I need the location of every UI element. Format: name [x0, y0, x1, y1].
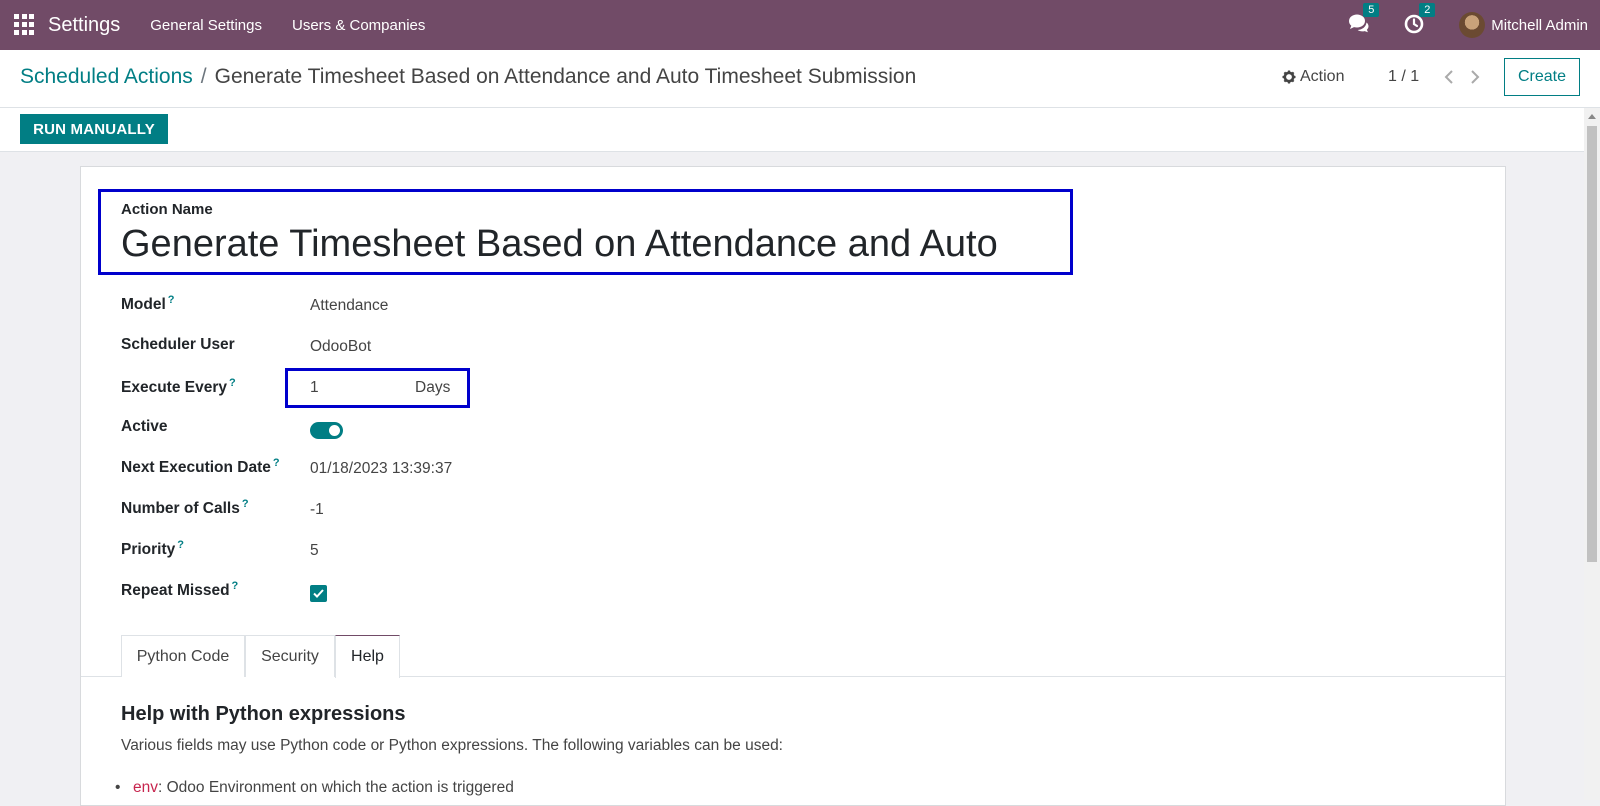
priority-field[interactable]: 5 — [310, 542, 319, 560]
interval-unit-select[interactable]: Days — [415, 379, 450, 397]
execute-every-label: Execute Every? — [121, 377, 236, 397]
messages-badge: 5 — [1363, 3, 1380, 17]
action-name-field[interactable]: Generate Timesheet Based on Attendance a… — [121, 223, 998, 266]
chevron-left-icon — [1444, 70, 1453, 84]
repeat-missed-checkbox[interactable] — [310, 585, 327, 602]
scroll-thumb[interactable] — [1587, 126, 1597, 562]
help-icon[interactable]: ? — [229, 377, 236, 389]
help-icon[interactable]: ? — [168, 294, 175, 306]
help-title: Help with Python expressions — [121, 703, 406, 725]
scheduler-user-label: Scheduler User — [121, 336, 235, 353]
action-label: Action — [1300, 68, 1345, 85]
scroll-up-arrow[interactable] — [1588, 114, 1596, 119]
breadcrumb-separator: / — [200, 65, 207, 88]
pager-nav — [1436, 64, 1488, 90]
tab-python-code[interactable]: Python Code — [121, 635, 245, 677]
pager-next-button[interactable] — [1462, 64, 1488, 90]
breadcrumb-current: Generate Timesheet Based on Attendance a… — [214, 65, 917, 88]
help-icon[interactable]: ? — [232, 580, 239, 592]
user-menu[interactable]: Mitchell Admin — [1491, 17, 1588, 34]
active-label: Active — [121, 418, 168, 435]
interval-number-input[interactable]: 1 — [310, 379, 319, 397]
scheduler-user-field[interactable]: OdooBot — [310, 338, 371, 356]
next-execution-date-field[interactable]: 01/18/2023 13:39:37 — [310, 460, 452, 478]
pager-previous-button[interactable] — [1436, 64, 1462, 90]
form-sheet: Action Name Generate Timesheet Based on … — [80, 166, 1506, 806]
breadcrumb: Scheduled Actions / Generate Timesheet Bas… — [20, 65, 916, 89]
pager-value[interactable]: 1 / 1 — [1388, 68, 1419, 86]
control-panel: Scheduled Actions / Generate Timesheet Bas… — [0, 50, 1600, 108]
check-icon — [313, 589, 324, 598]
number-of-calls-field[interactable]: -1 — [310, 501, 324, 519]
help-icon[interactable]: ? — [177, 539, 184, 551]
status-bar: RUN MANUALLY — [0, 108, 1584, 152]
number-of-calls-label: Number of Calls? — [121, 498, 249, 518]
app-menu-icon[interactable] — [14, 14, 36, 36]
action-menu-button[interactable]: Action — [1282, 68, 1344, 86]
help-icon[interactable]: ? — [273, 457, 280, 469]
help-intro: Various fields may use Python code or Py… — [121, 737, 783, 754]
gear-icon — [1282, 70, 1296, 84]
activities-badge: 2 — [1419, 3, 1436, 17]
action-name-label: Action Name — [121, 201, 213, 218]
menu-users-companies[interactable]: Users & Companies — [292, 17, 425, 34]
user-avatar[interactable] — [1459, 12, 1486, 38]
menu-general-settings[interactable]: General Settings — [150, 17, 262, 34]
list-item: env: Odoo Environment on which the actio… — [115, 779, 514, 797]
tab-security[interactable]: Security — [245, 635, 335, 677]
top-navbar: Settings General Settings Users & Compan… — [0, 0, 1600, 50]
tab-help[interactable]: Help — [335, 635, 400, 678]
model-label: Model? — [121, 294, 175, 314]
help-icon[interactable]: ? — [242, 498, 249, 510]
active-toggle[interactable] — [310, 422, 343, 439]
model-field[interactable]: Attendance — [310, 297, 388, 315]
code-variable: env — [133, 779, 158, 796]
activities-button[interactable]: 2 — [1403, 3, 1436, 38]
chevron-right-icon — [1471, 70, 1480, 84]
create-button[interactable]: Create — [1504, 58, 1580, 96]
messages-button[interactable]: 5 — [1347, 3, 1380, 38]
repeat-missed-label: Repeat Missed? — [121, 580, 239, 600]
breadcrumb-scheduled-actions[interactable]: Scheduled Actions — [20, 65, 193, 88]
next-execution-date-label: Next Execution Date? — [121, 457, 280, 477]
app-name[interactable]: Settings — [48, 14, 120, 37]
vertical-scrollbar[interactable] — [1584, 108, 1600, 800]
priority-label: Priority? — [121, 539, 184, 559]
run-manually-button[interactable]: RUN MANUALLY — [20, 114, 168, 144]
